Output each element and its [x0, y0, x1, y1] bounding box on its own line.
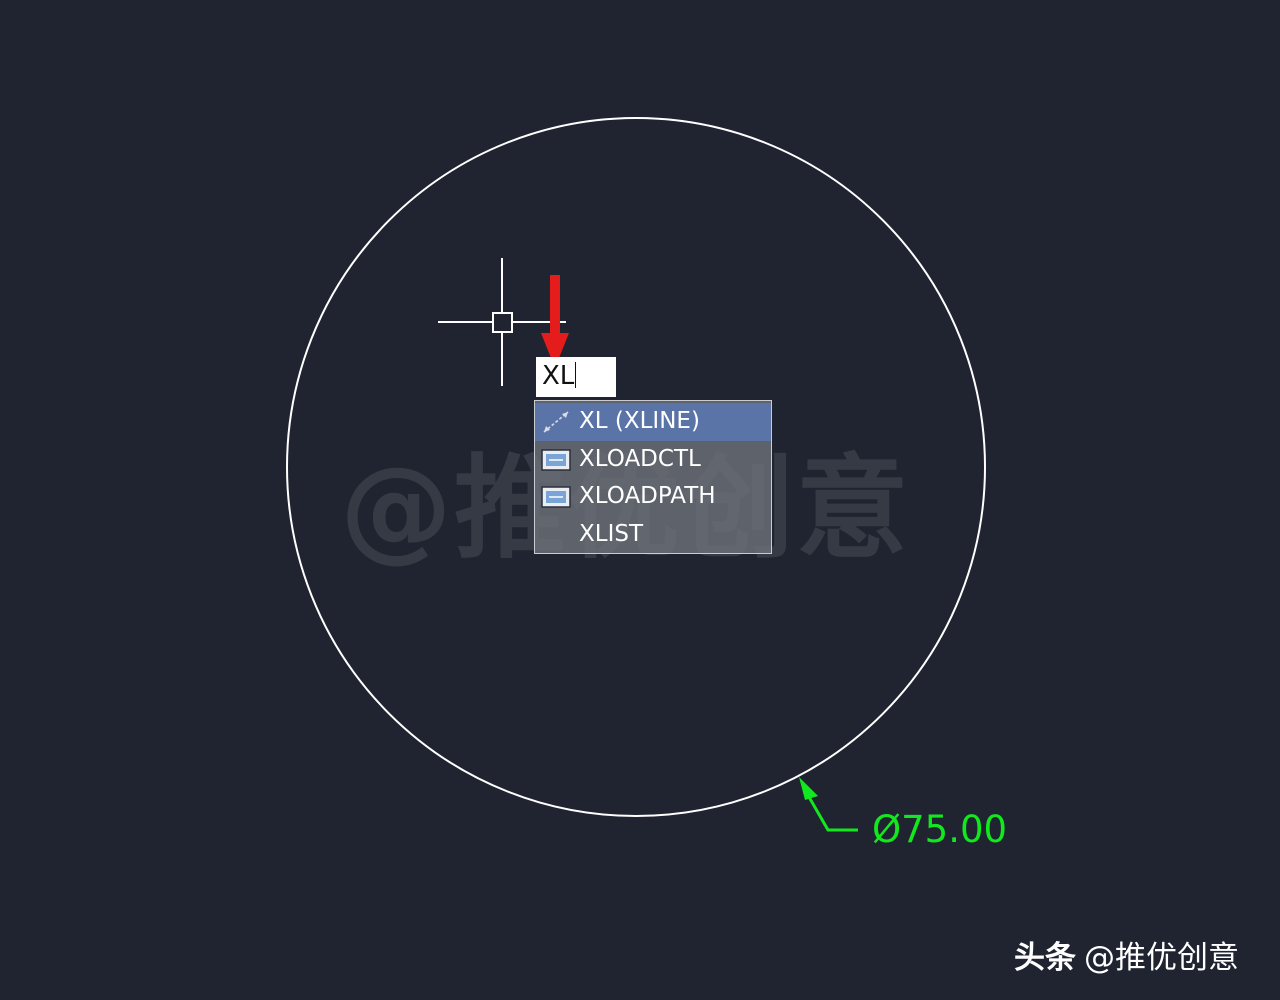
dimension-leader [799, 777, 858, 832]
platform-name: 头条 [1014, 940, 1076, 976]
autocomplete-item-label: XLOADCTL [579, 446, 701, 472]
xref-load-icon [541, 447, 571, 473]
source-credit: 头条 @推优创意 [1014, 932, 1239, 977]
xref-load-icon [541, 484, 571, 510]
xline-icon [541, 409, 571, 435]
author-handle: @推优创意 [1084, 940, 1239, 976]
command-input-value: XL [542, 361, 575, 391]
autocomplete-item-xloadpath[interactable]: XLOADPATH [535, 478, 771, 516]
autocomplete-item-label: XLOADPATH [579, 483, 716, 509]
autocomplete-item-label: XL (XLINE) [579, 408, 700, 434]
command-autocomplete-list: XL (XLINE) XLOADCTL XLOADPATH XLIST [534, 400, 772, 554]
diameter-dimension-label: Ø75.00 [872, 808, 1008, 851]
autocomplete-item-xline[interactable]: XL (XLINE) [535, 403, 771, 441]
autocomplete-item-xloadctl[interactable]: XLOADCTL [535, 441, 771, 479]
autocomplete-item-xlist[interactable]: XLIST [535, 516, 771, 554]
autocomplete-item-label: XLIST [579, 521, 644, 547]
text-caret [575, 362, 577, 388]
dynamic-command-input[interactable]: XL [536, 357, 616, 397]
